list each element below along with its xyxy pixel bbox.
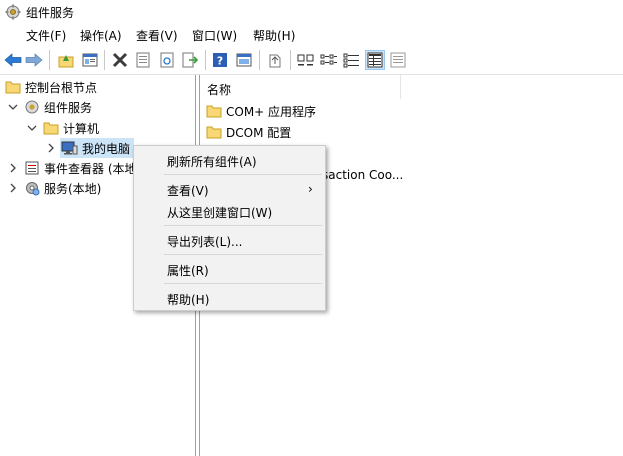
column-header-name[interactable]: 名称 [200,75,401,99]
column-divider[interactable] [400,75,401,99]
small-icons-icon [320,54,337,65]
services-gear-icon [26,182,40,196]
list-view-button[interactable] [342,50,362,70]
title-bar: 组件服务 [0,0,623,24]
menu-item-new-window-from-here[interactable]: 从这里创建窗口(W) [134,200,325,222]
column-header-label: 名称 [207,83,232,97]
list-item[interactable]: DCOM 配置 [206,122,291,142]
chevron-down-icon[interactable] [8,102,18,112]
list-item-label: DCOM 配置 [226,125,292,140]
folder-icon [5,81,21,94]
event-viewer-icon [25,161,39,175]
tree-label: 组件服务 [44,100,93,115]
svg-text:?: ? [217,55,223,68]
forward-icon [25,53,43,67]
menu-item-label: 从这里创建窗口(W) [167,206,273,220]
menu-separator [164,225,322,226]
menu-file[interactable]: 文件(F) [26,27,66,44]
help-button[interactable]: ? [210,50,230,70]
up-folder-icon [58,55,74,68]
menu-item-label: 导出列表(L)... [167,235,243,249]
small-icons-button[interactable] [319,50,339,70]
tree-label: 控制台根节点 [25,80,98,95]
chevron-right-icon[interactable] [46,143,56,153]
tree-node-services[interactable]: 服务(本地) [24,178,101,198]
properties-button[interactable] [133,50,153,70]
help-icon: ? [213,53,227,68]
list-view-icon [343,53,359,68]
computer-icon [61,141,78,155]
menu-item-label: 属性(R) [167,264,209,278]
menu-item-label: 帮助(H) [167,293,210,307]
status-view-button[interactable] [388,50,408,70]
menu-window[interactable]: 窗口(W) [192,27,237,44]
menu-item-refresh-all-components[interactable]: 刷新所有组件(A) [134,149,325,171]
list-item[interactable]: COM+ 应用程序 [206,101,316,121]
menu-item-label: 查看(V) [167,184,209,198]
export-icon [182,52,198,68]
chevron-right-icon: › [308,182,313,196]
tree-node-event-viewer[interactable]: 事件查看器 (本地) [24,158,141,178]
delete-button[interactable] [110,50,130,70]
menu-item-export-list[interactable]: 导出列表(L)... [134,229,325,251]
forward-button[interactable] [24,50,44,70]
tree-label: 服务(本地) [44,181,102,196]
menu-item-label: 刷新所有组件(A) [167,155,257,169]
details-view-button[interactable] [365,50,385,70]
large-icons-icon [297,54,314,66]
menu-item-help[interactable]: 帮助(H) [134,287,325,309]
status-view-icon [390,52,406,68]
tree-node-computers[interactable]: 计算机 [43,118,99,138]
menu-bar: 文件(F) 操作(A) 查看(V) 窗口(W) 帮助(H) [0,24,623,46]
tree-node-console-root[interactable]: 控制台根节点 [5,77,97,97]
chevron-right-icon[interactable] [8,163,18,173]
toolbar: ? [0,46,623,75]
menu-view[interactable]: 查看(V) [136,27,178,44]
component-services-icon [25,100,39,114]
folder-icon [206,126,222,139]
tree-label: 事件查看器 (本地) [44,161,142,176]
menu-help[interactable]: 帮助(H) [253,27,295,44]
tree-label: 我的电脑 [82,141,131,156]
details-view-icon [367,52,383,68]
context-menu: 刷新所有组件(A) 查看(V) › 从这里创建窗口(W) 导出列表(L)... … [133,145,326,311]
console-tree-button[interactable] [234,50,254,70]
folder-icon [206,105,222,118]
properties-icon [136,52,150,68]
delete-icon [112,52,128,68]
folder-icon [43,122,59,135]
up-one-level-button[interactable] [56,50,76,70]
refresh-button[interactable] [157,50,177,70]
menu-item-properties[interactable]: 属性(R) [134,258,325,280]
export-list-button[interactable] [180,50,200,70]
menu-item-view[interactable]: 查看(V) › [134,178,325,200]
chevron-right-icon[interactable] [8,183,18,193]
tree-node-component-services[interactable]: 组件服务 [24,97,92,117]
show-tree-icon [82,53,98,67]
show-hide-tree-button[interactable] [80,50,100,70]
new-window-icon [269,54,281,68]
tree-node-my-computer[interactable]: 我的电脑 [60,138,135,158]
menu-separator [164,254,322,255]
large-icons-button[interactable] [296,50,316,70]
list-item-label: COM+ 应用程序 [226,104,317,119]
window-title: 组件服务 [26,6,75,20]
chevron-down-icon[interactable] [27,123,37,133]
back-button[interactable] [3,50,23,70]
component-services-icon [5,4,21,20]
back-icon [4,53,22,67]
tree-label: 计算机 [63,121,100,136]
new-window-button[interactable] [265,50,285,70]
console-tree-icon [236,53,252,67]
refresh-icon [160,52,174,68]
menu-action[interactable]: 操作(A) [80,27,122,44]
menu-separator [164,174,322,175]
menu-separator [164,283,322,284]
